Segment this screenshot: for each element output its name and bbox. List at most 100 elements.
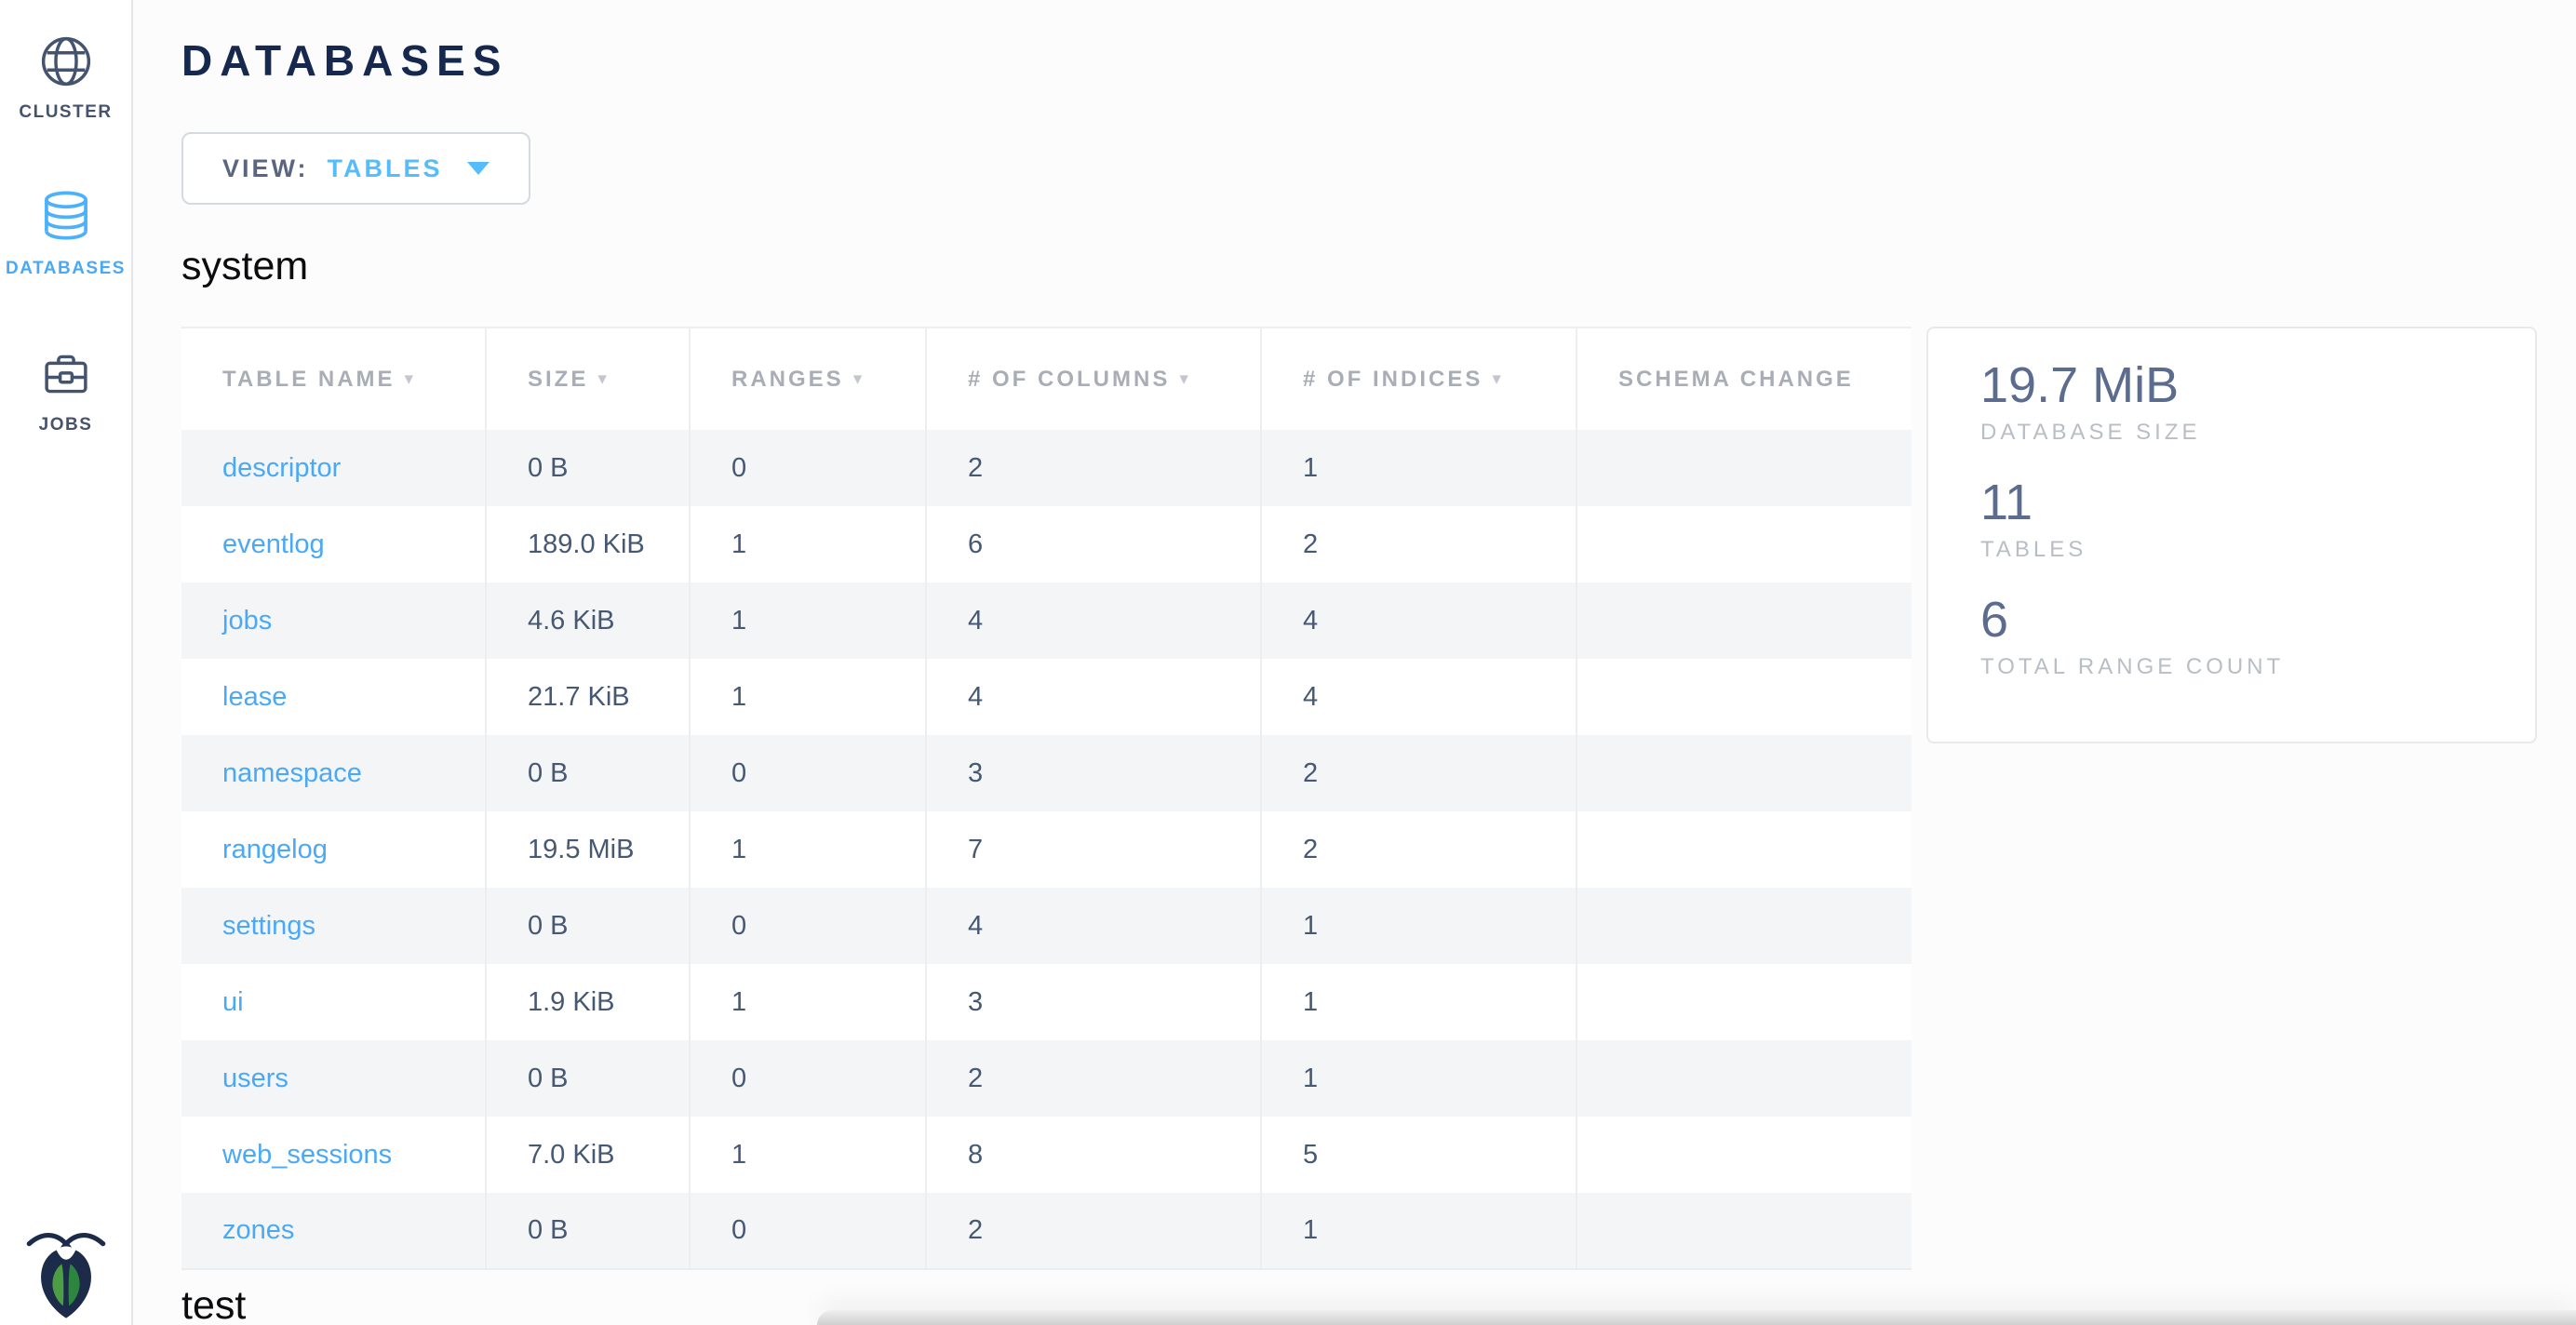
cell-columns: 7 bbox=[926, 811, 1261, 888]
cell-size: 0 B bbox=[486, 1193, 690, 1269]
cell-columns: 6 bbox=[926, 506, 1261, 582]
column-header-label: RANGES bbox=[731, 367, 844, 392]
cell-table-name: descriptor bbox=[181, 430, 486, 506]
dock-shadow bbox=[817, 1310, 2576, 1325]
caret-down-icon bbox=[467, 162, 490, 175]
cell-schema-change bbox=[1576, 582, 1912, 659]
sidebar-item-label: DATABASES bbox=[6, 259, 126, 279]
cell-columns: 2 bbox=[926, 430, 1261, 506]
cell-table-name: namespace bbox=[181, 735, 486, 811]
cell-columns: 4 bbox=[926, 659, 1261, 735]
column-header-of-indices[interactable]: # OF INDICES▾ bbox=[1261, 328, 1576, 430]
stat-total-range-count: 6 TOTAL RANGE COUNT bbox=[1980, 591, 2507, 680]
cell-size: 0 B bbox=[486, 1040, 690, 1117]
cell-columns: 8 bbox=[926, 1117, 1261, 1193]
cell-size: 0 B bbox=[486, 735, 690, 811]
sidebar: CLUSTER DATABASES JOBS bbox=[0, 0, 133, 1325]
table-name-link[interactable]: eventlog bbox=[222, 529, 325, 559]
cell-table-name: eventlog bbox=[181, 506, 486, 582]
cell-table-name: rangelog bbox=[181, 811, 486, 888]
cell-indices: 4 bbox=[1261, 659, 1576, 735]
table-row: eventlog189.0 KiB162 bbox=[181, 506, 1912, 582]
table-name-link[interactable]: namespace bbox=[222, 758, 362, 788]
cell-indices: 2 bbox=[1261, 735, 1576, 811]
system-table-header-row: TABLE NAME ▾ SIZE ▾ RANGES ▾ # OF COLUMNS▾# OF… bbox=[181, 328, 1912, 430]
cell-indices: 1 bbox=[1261, 888, 1576, 964]
globe-icon bbox=[36, 32, 96, 91]
cell-schema-change bbox=[1576, 735, 1912, 811]
database-heading-system: system bbox=[181, 244, 2576, 289]
cell-ranges: 0 bbox=[690, 888, 926, 964]
cell-table-name: lease bbox=[181, 659, 486, 735]
cell-ranges: 1 bbox=[690, 964, 926, 1040]
cell-columns: 3 bbox=[926, 735, 1261, 811]
system-tables-table: TABLE NAME ▾ SIZE ▾ RANGES ▾ # OF COLUMNS▾# OF… bbox=[181, 327, 1912, 1270]
sidebar-item-jobs[interactable]: JOBS bbox=[0, 344, 131, 435]
briefcase-icon bbox=[36, 344, 96, 404]
cell-size: 1.9 KiB bbox=[486, 964, 690, 1040]
cell-table-name: settings bbox=[181, 888, 486, 964]
column-header-table-name[interactable]: TABLE NAME ▾ bbox=[181, 328, 486, 430]
cell-indices: 2 bbox=[1261, 506, 1576, 582]
cell-size: 7.0 KiB bbox=[486, 1117, 690, 1193]
cell-schema-change bbox=[1576, 430, 1912, 506]
cell-indices: 1 bbox=[1261, 1193, 1576, 1269]
stat-label: DATABASE SIZE bbox=[1980, 420, 2507, 446]
page-title: DATABASES bbox=[181, 35, 2576, 86]
main-content: DATABASES VIEW: TABLES system TABLE NAME… bbox=[133, 0, 2576, 1325]
column-header-of-columns[interactable]: # OF COLUMNS▾ bbox=[926, 328, 1261, 430]
cell-table-name: users bbox=[181, 1040, 486, 1117]
table-name-link[interactable]: web_sessions bbox=[222, 1140, 392, 1170]
table-name-link[interactable]: settings bbox=[222, 911, 315, 941]
cell-size: 21.7 KiB bbox=[486, 659, 690, 735]
table-row: ui1.9 KiB131 bbox=[181, 964, 1912, 1040]
table-row: web_sessions7.0 KiB185 bbox=[181, 1117, 1912, 1193]
cell-size: 0 B bbox=[486, 430, 690, 506]
table-name-link[interactable]: jobs bbox=[222, 606, 272, 636]
table-row: lease21.7 KiB144 bbox=[181, 659, 1912, 735]
system-section-row: TABLE NAME ▾ SIZE ▾ RANGES ▾ # OF COLUMNS▾# OF… bbox=[181, 327, 2576, 1270]
cell-schema-change bbox=[1576, 506, 1912, 582]
cell-ranges: 1 bbox=[690, 659, 926, 735]
cell-table-name: web_sessions bbox=[181, 1117, 486, 1193]
cell-size: 0 B bbox=[486, 888, 690, 964]
sort-caret-icon: ▾ bbox=[405, 369, 417, 389]
column-header-label: SIZE bbox=[528, 367, 588, 392]
table-row: zones0 B021 bbox=[181, 1193, 1912, 1269]
cell-columns: 2 bbox=[926, 1193, 1261, 1269]
cell-table-name: zones bbox=[181, 1193, 486, 1269]
table-name-link[interactable]: zones bbox=[222, 1215, 294, 1245]
table-name-link[interactable]: lease bbox=[222, 682, 287, 712]
column-header-ranges[interactable]: RANGES ▾ bbox=[690, 328, 926, 430]
cell-schema-change bbox=[1576, 1040, 1912, 1117]
cell-columns: 4 bbox=[926, 582, 1261, 659]
table-name-link[interactable]: users bbox=[222, 1064, 288, 1093]
sort-caret-icon: ▾ bbox=[1492, 369, 1504, 389]
column-header-size[interactable]: SIZE ▾ bbox=[486, 328, 690, 430]
view-selector-dropdown[interactable]: VIEW: TABLES bbox=[181, 132, 530, 205]
sort-caret-icon: ▾ bbox=[853, 369, 865, 389]
table-name-link[interactable]: rangelog bbox=[222, 835, 328, 864]
cell-size: 4.6 KiB bbox=[486, 582, 690, 659]
column-header-label: TABLE NAME bbox=[222, 367, 396, 392]
sidebar-item-databases[interactable]: DATABASES bbox=[0, 188, 131, 279]
stat-value: 6 bbox=[1980, 591, 2507, 649]
sort-caret-icon: ▾ bbox=[597, 369, 610, 389]
cell-ranges: 1 bbox=[690, 811, 926, 888]
table-row: settings0 B041 bbox=[181, 888, 1912, 964]
table-name-link[interactable]: ui bbox=[222, 987, 244, 1017]
cell-schema-change bbox=[1576, 1193, 1912, 1269]
column-header-schema-change: SCHEMA CHANGE bbox=[1576, 328, 1912, 430]
sidebar-item-cluster[interactable]: CLUSTER bbox=[0, 32, 131, 123]
stat-value: 19.7 MiB bbox=[1980, 356, 2507, 414]
sidebar-item-label: CLUSTER bbox=[19, 102, 112, 123]
cell-indices: 2 bbox=[1261, 811, 1576, 888]
cell-indices: 1 bbox=[1261, 430, 1576, 506]
sidebar-item-label: JOBS bbox=[39, 415, 93, 435]
view-selector-label: VIEW: bbox=[222, 154, 309, 183]
cell-ranges: 0 bbox=[690, 430, 926, 506]
cell-size: 189.0 KiB bbox=[486, 506, 690, 582]
stat-database-size: 19.7 MiB DATABASE SIZE bbox=[1980, 356, 2507, 446]
cell-ranges: 0 bbox=[690, 1040, 926, 1117]
table-name-link[interactable]: descriptor bbox=[222, 453, 341, 483]
